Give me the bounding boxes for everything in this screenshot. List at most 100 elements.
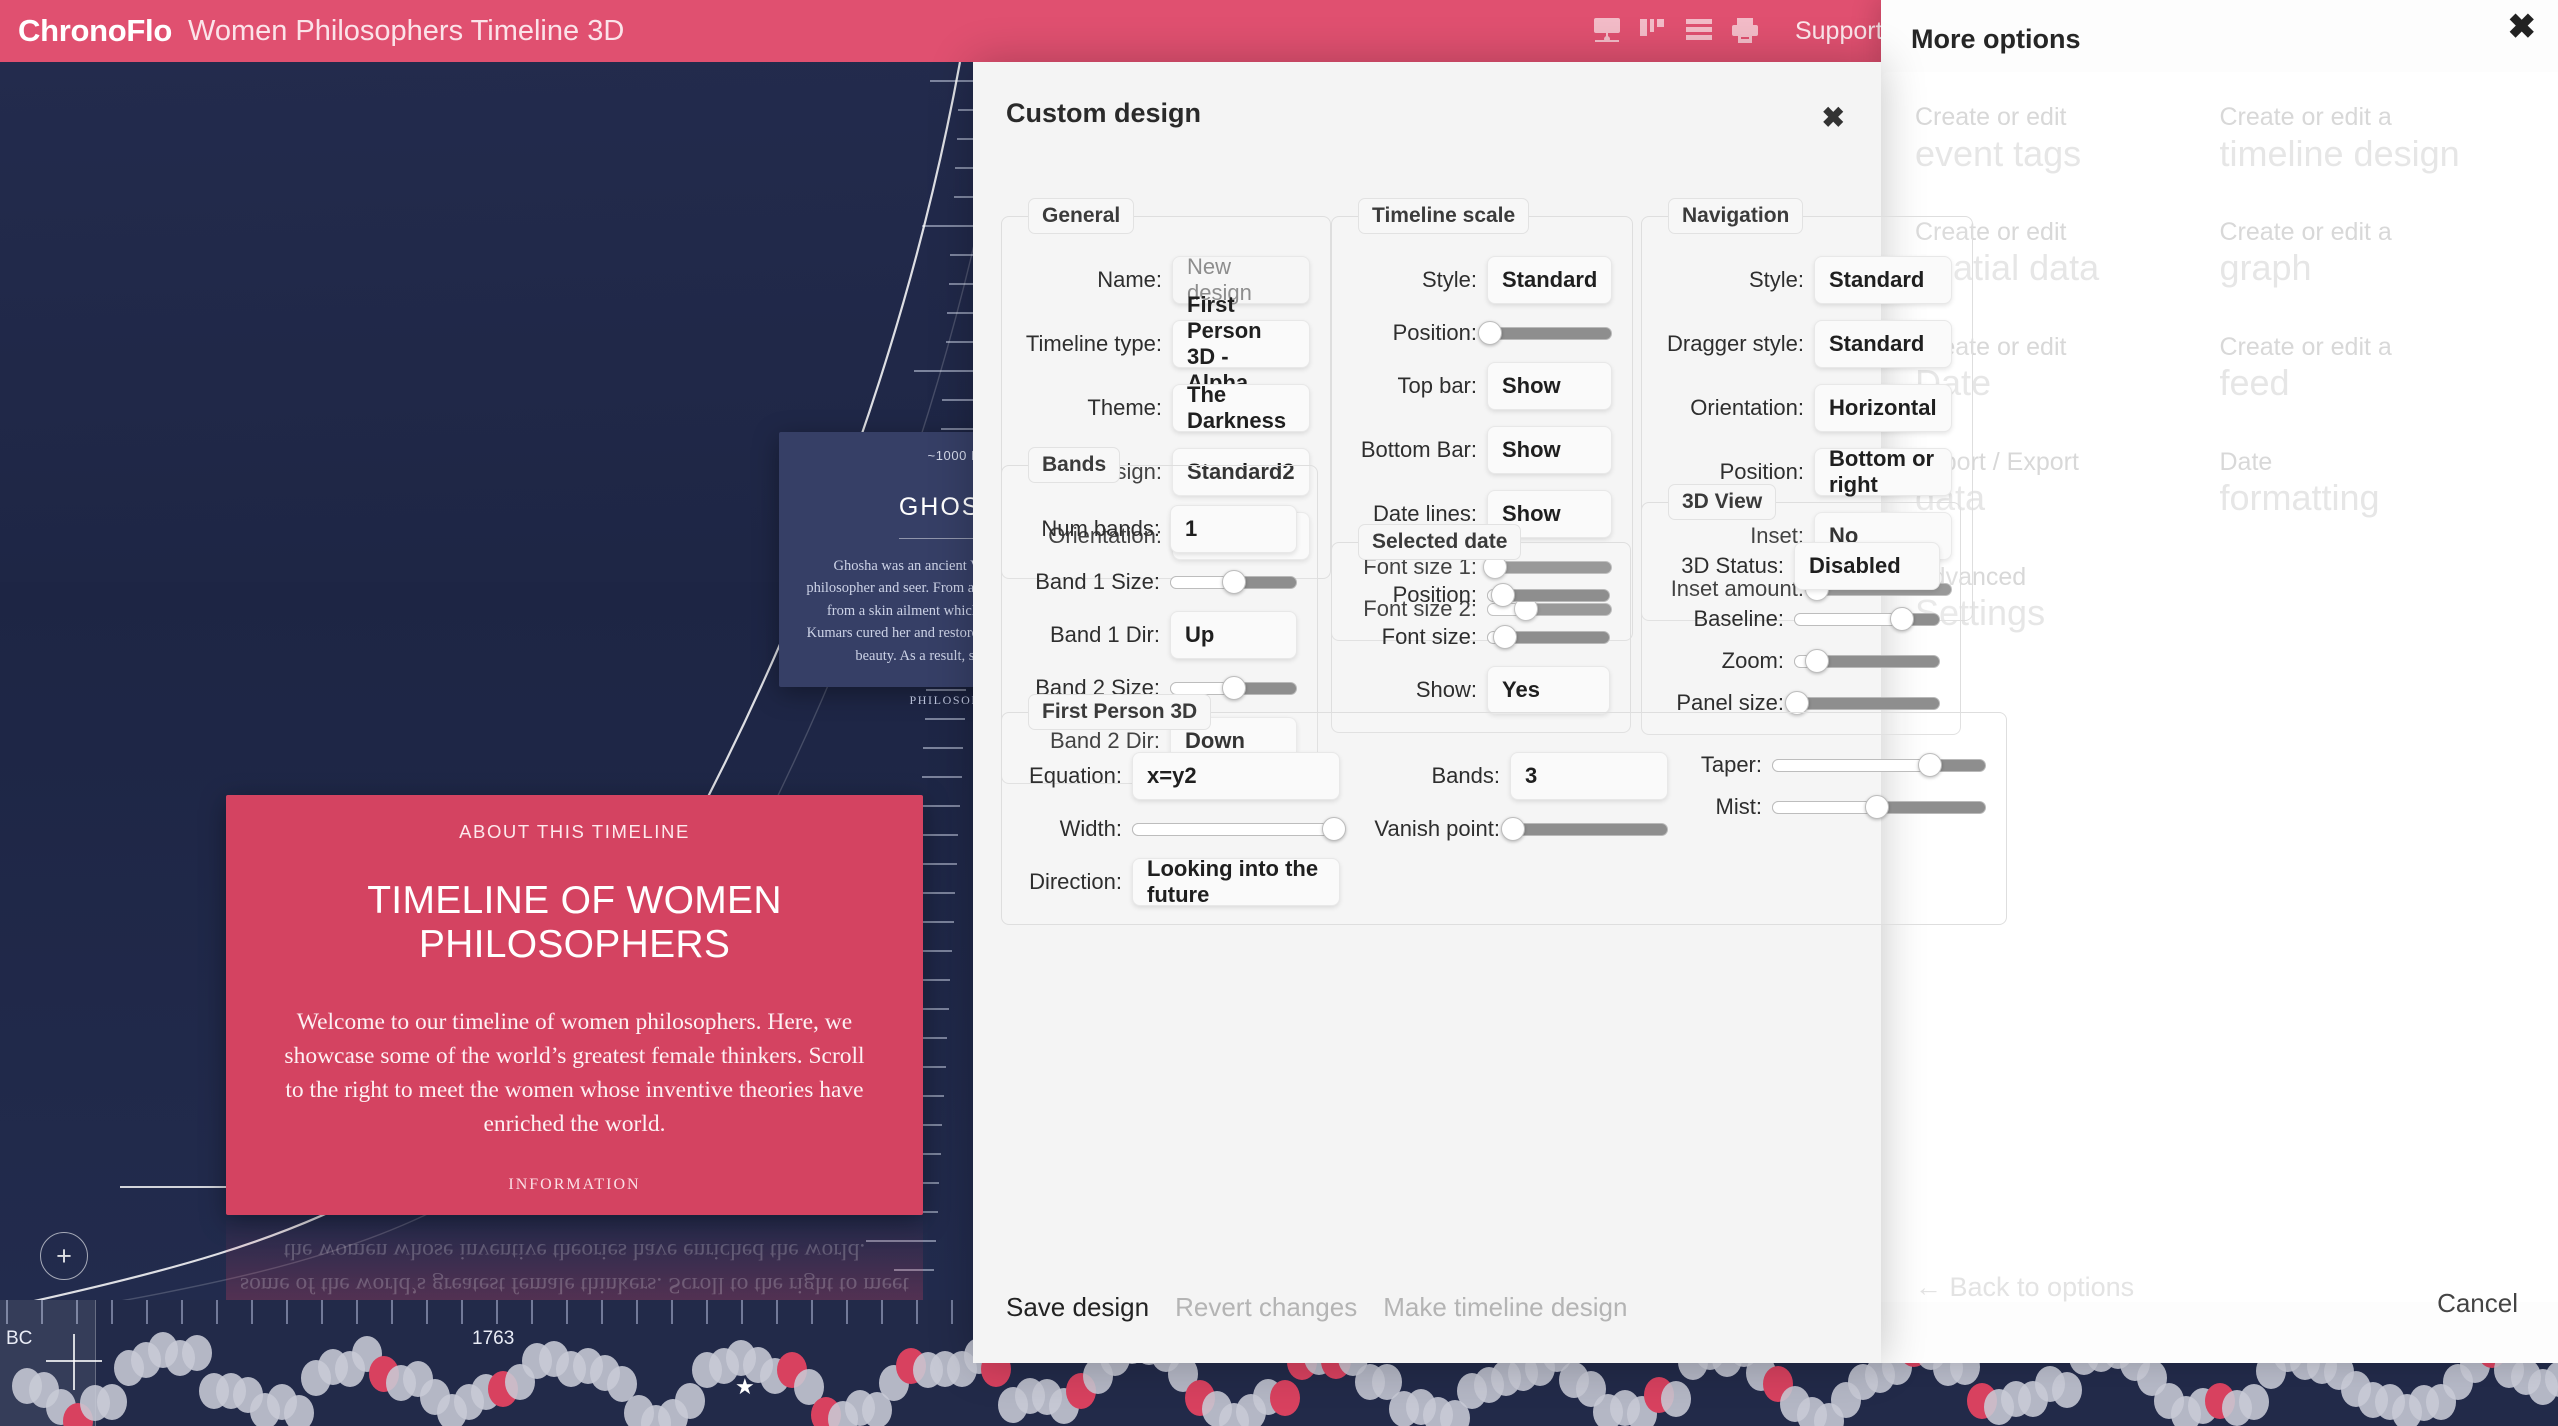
legend-general: General	[1028, 198, 1135, 234]
make-timeline-design-button[interactable]: Make timeline design	[1383, 1292, 1627, 1323]
label-name: Name:	[1097, 267, 1162, 292]
brand-logo[interactable]: ChronoFlo	[18, 13, 172, 49]
slider-font-size[interactable]	[1487, 625, 1610, 649]
nav-event-dot[interactable]	[1270, 1380, 1300, 1417]
nav-tick	[286, 1300, 288, 1324]
select-equation[interactable]: x=y2	[1132, 752, 1340, 800]
more-options-item-7[interactable]: Date formatting	[2220, 447, 2525, 520]
select-direction[interactable]: Looking into the future	[1132, 856, 1340, 907]
nav-event-dot[interactable]	[2239, 1384, 2269, 1421]
presentation-icon[interactable]	[1593, 17, 1623, 45]
control-vanish-point	[1501, 817, 1668, 841]
slider-thumb[interactable]	[1490, 583, 1515, 607]
select-orientation[interactable]: Horizontal	[1814, 384, 1952, 432]
slider-zoom[interactable]	[1794, 649, 1940, 673]
slider-thumb[interactable]	[1493, 625, 1518, 649]
nav-event-dot[interactable]	[1661, 1381, 1691, 1418]
nav-event-dot[interactable]	[97, 1383, 127, 1420]
nav-tick	[321, 1300, 323, 1324]
slider-track	[1510, 822, 1668, 836]
select-bands[interactable]: 3	[1510, 752, 1668, 800]
more-options-item-title: graph	[2219, 247, 2312, 289]
select-3d-status[interactable]: Disabled	[1794, 542, 1940, 590]
slider-thumb[interactable]	[1501, 817, 1526, 841]
label-top-bar: Top bar:	[1397, 373, 1478, 398]
slider-baseline[interactable]	[1794, 607, 1940, 631]
slider-mist[interactable]	[1772, 795, 1986, 819]
nav-support[interactable]: Support	[1795, 17, 1883, 46]
back-to-options-link[interactable]: ← Back to options	[1915, 1272, 2134, 1303]
dialog-footer: Save design Revert changes Make timeline…	[1006, 1292, 1627, 1323]
nav-event-dot[interactable]	[675, 1383, 705, 1420]
control-width	[1132, 817, 1346, 841]
label-band-1-dir: Band 1 Dir:	[1049, 622, 1160, 647]
slider-position[interactable]	[1487, 583, 1610, 607]
label-orientation: Orientation:	[1690, 395, 1804, 420]
legend-navigation: Navigation	[1668, 198, 1804, 234]
select-top-bar[interactable]: Show	[1487, 362, 1613, 410]
nav-event-dot[interactable]	[284, 1394, 314, 1426]
label-position: Position:	[1392, 582, 1477, 607]
more-options-item-3[interactable]: Create or edit a graph	[2220, 217, 2525, 290]
select-style[interactable]: Standard	[1814, 256, 1952, 304]
rows-icon[interactable]	[1685, 17, 1715, 45]
more-options-body: Create or edit event tags Create or edit a…	[1881, 72, 2558, 1302]
field-row-style: Style: Standard	[1352, 256, 1613, 304]
control-taper	[1772, 753, 1986, 777]
nav-event-dot[interactable]	[2052, 1371, 2082, 1408]
nav-event-dot[interactable]	[182, 1335, 212, 1372]
custom-design-dialog: Custom design ✖ General Name: New design T…	[973, 62, 2007, 1363]
field-row-position: Position:	[1352, 320, 1613, 346]
select-band-1-dir[interactable]: Up	[1170, 611, 1297, 659]
slider-taper[interactable]	[1772, 753, 1986, 777]
more-options-grid: Create or edit event tags Create or edit a…	[1915, 102, 2524, 677]
cancel-button[interactable]: Cancel	[2437, 1288, 2518, 1319]
slider-vanish-point[interactable]	[1501, 817, 1668, 841]
more-options-item-0[interactable]: Create or edit event tags	[1915, 102, 2220, 175]
slider-band-1-size[interactable]	[1170, 570, 1297, 594]
more-options-item-5[interactable]: Create or edit a feed	[2220, 332, 2525, 405]
about-timeline-panel[interactable]: ABOUT THIS TIMELINE TIMELINE OF WOMEN PH…	[226, 795, 923, 1215]
nav-tick	[426, 1300, 428, 1324]
field-row-mist: Mist:	[1686, 794, 1986, 820]
slider-thumb[interactable]	[1221, 570, 1246, 594]
close-icon[interactable]: ✖	[1822, 104, 1845, 132]
slider-thumb[interactable]	[1890, 607, 1915, 631]
add-event-button[interactable]: +	[40, 1232, 88, 1280]
slider-width[interactable]	[1132, 817, 1346, 841]
slider-thumb[interactable]	[1477, 321, 1502, 345]
slider-thumb[interactable]	[1918, 753, 1943, 777]
select-bottom-bar[interactable]: Show	[1487, 426, 1613, 474]
nav-tick	[391, 1300, 393, 1324]
more-options-item-subtitle: Create or edit	[1915, 103, 2067, 131]
field-row-font-size: Font size:	[1352, 624, 1610, 650]
select-style[interactable]: Standard	[1487, 256, 1613, 304]
close-icon[interactable]: ✖	[2508, 10, 2537, 44]
nav-tick	[671, 1300, 673, 1324]
nav-tick	[531, 1300, 533, 1324]
select-timeline-type[interactable]: First Person 3D - Alpha	[1172, 292, 1310, 395]
slider-thumb[interactable]	[1864, 795, 1889, 819]
more-options-title: More options	[1911, 24, 2081, 54]
control-direction: Looking into the future	[1132, 856, 1340, 907]
nav-tick	[601, 1300, 603, 1324]
field-row-num-bands: Num bands: 1	[1022, 505, 1297, 553]
field-row-style: Style: Standard	[1662, 256, 1952, 304]
more-options-item-1[interactable]: Create or edit a timeline design	[2220, 102, 2525, 175]
save-design-button[interactable]: Save design	[1006, 1292, 1149, 1323]
print-icon[interactable]	[1731, 17, 1761, 45]
revert-changes-button[interactable]: Revert changes	[1175, 1292, 1357, 1323]
label-band-1-size: Band 1 Size:	[1035, 569, 1160, 594]
columns-icon[interactable]	[1639, 17, 1669, 45]
label-font-size: Font size:	[1381, 624, 1477, 649]
slider-fill	[1772, 758, 1931, 772]
slider-fill	[1794, 612, 1903, 626]
slider-thumb[interactable]	[1321, 817, 1346, 841]
slider-position[interactable]	[1477, 321, 1613, 345]
nav-tick	[461, 1300, 463, 1324]
select-theme[interactable]: The Darkness	[1172, 382, 1310, 433]
slider-thumb[interactable]	[1805, 649, 1830, 673]
select-num-bands[interactable]: 1	[1170, 505, 1297, 553]
label-bottom-bar: Bottom Bar:	[1360, 437, 1477, 462]
select-dragger-style[interactable]: Standard	[1814, 320, 1952, 368]
